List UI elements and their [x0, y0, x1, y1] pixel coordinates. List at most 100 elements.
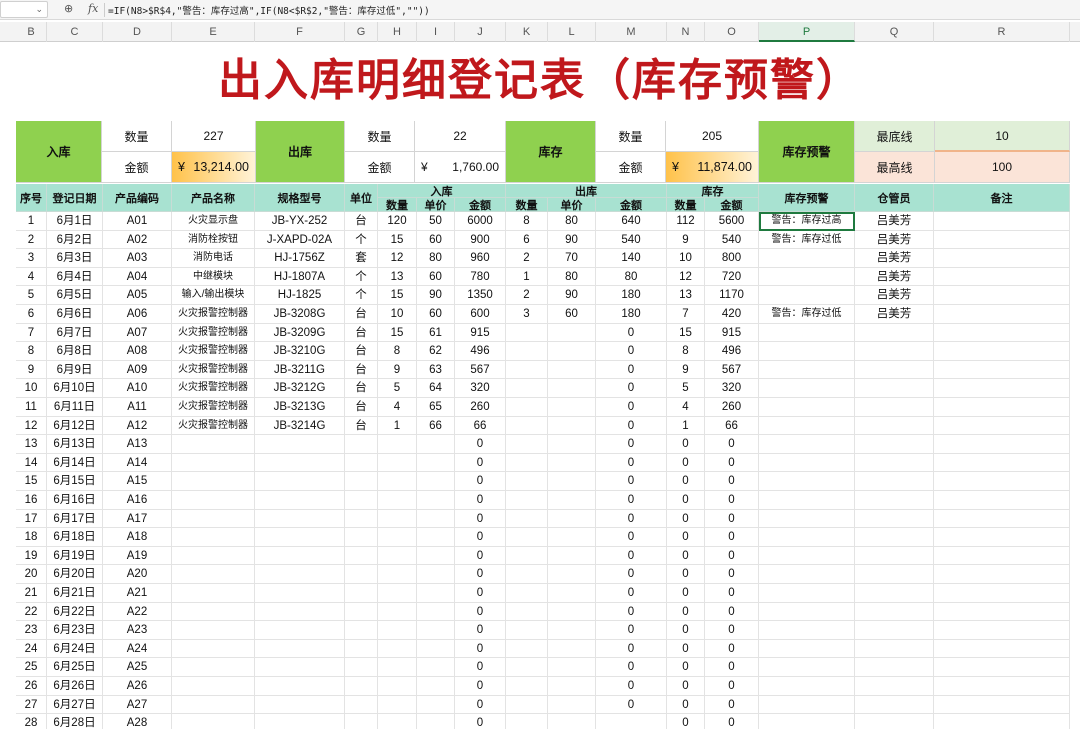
cell-date[interactable]: 6月3日	[47, 249, 103, 268]
cell-iq[interactable]	[378, 639, 417, 659]
cell-sq[interactable]: 0	[667, 435, 705, 454]
in-amt-value[interactable]: ¥ 13,214.00	[172, 152, 256, 183]
cell-unit[interactable]	[345, 584, 378, 603]
cell-oq[interactable]	[506, 472, 548, 491]
cell-ia[interactable]: 0	[455, 658, 506, 677]
cell-code[interactable]: A10	[103, 379, 172, 398]
cell-warn[interactable]	[759, 639, 855, 659]
cell-ia[interactable]: 0	[455, 472, 506, 491]
cell-sq[interactable]: 0	[667, 677, 705, 696]
cell-seq[interactable]: 21	[16, 584, 47, 603]
cell-seq[interactable]: 14	[16, 453, 47, 473]
cell-unit[interactable]	[345, 677, 378, 696]
cell-name[interactable]: 火灾报警控制器	[172, 305, 255, 324]
cell-iq[interactable]	[378, 584, 417, 603]
cell-seq[interactable]: 13	[16, 435, 47, 454]
cell-spec[interactable]	[255, 546, 345, 566]
cell-sq[interactable]: 9	[667, 230, 705, 250]
cell-keeper[interactable]	[855, 342, 934, 361]
cell-op[interactable]	[548, 621, 596, 640]
cell-oa[interactable]: 0	[596, 546, 667, 566]
cell-seq[interactable]: 16	[16, 491, 47, 510]
cell-spec[interactable]	[255, 565, 345, 584]
cell-ip[interactable]	[417, 546, 455, 566]
cell-ia[interactable]: 900	[455, 230, 506, 250]
cell-seq[interactable]: 1	[16, 212, 47, 231]
cell-oa[interactable]: 0	[596, 528, 667, 547]
cell-sq[interactable]: 8	[667, 342, 705, 361]
cell-ip[interactable]	[417, 602, 455, 622]
cell-code[interactable]: A13	[103, 435, 172, 454]
cell-sq[interactable]: 0	[667, 584, 705, 603]
cell-name[interactable]	[172, 435, 255, 454]
cell-ia[interactable]: 780	[455, 267, 506, 287]
cell-ip[interactable]	[417, 695, 455, 715]
cell-code[interactable]: A08	[103, 342, 172, 361]
cell-sq[interactable]: 0	[667, 565, 705, 584]
cell-oa[interactable]: 140	[596, 249, 667, 268]
cell-oq[interactable]	[506, 491, 548, 510]
cell-op[interactable]	[548, 342, 596, 361]
cell-keeper[interactable]	[855, 435, 934, 454]
cell-seq[interactable]: 3	[16, 249, 47, 268]
cell-sq[interactable]: 15	[667, 323, 705, 343]
cell-date[interactable]: 6月18日	[47, 528, 103, 547]
cell-seq[interactable]: 12	[16, 416, 47, 436]
cell-seq[interactable]: 22	[16, 602, 47, 622]
cell-oa[interactable]: 0	[596, 435, 667, 454]
cell-date[interactable]: 6月1日	[47, 212, 103, 231]
cell-sq[interactable]: 0	[667, 695, 705, 715]
cell-oq[interactable]	[506, 621, 548, 640]
cell-spec[interactable]: HJ-1756Z	[255, 249, 345, 268]
cell-note[interactable]	[934, 305, 1070, 324]
cell-iq[interactable]: 13	[378, 267, 417, 287]
cell-keeper[interactable]	[855, 379, 934, 398]
cell-sa[interactable]: 0	[705, 621, 759, 640]
cell-sa[interactable]: 66	[705, 416, 759, 436]
cell-name[interactable]: 输入/输出模块	[172, 286, 255, 305]
cell-keeper[interactable]: 吕美芳	[855, 212, 934, 231]
cell-note[interactable]	[934, 472, 1070, 491]
cell-sa[interactable]: 0	[705, 602, 759, 622]
cell-note[interactable]	[934, 639, 1070, 659]
cell-note[interactable]	[934, 453, 1070, 473]
cell-ip[interactable]	[417, 472, 455, 491]
cell-unit[interactable]	[345, 491, 378, 510]
cell-sq[interactable]: 0	[667, 714, 705, 729]
cell-note[interactable]	[934, 379, 1070, 398]
cell-spec[interactable]: JB-3212G	[255, 379, 345, 398]
cell-name[interactable]: 火灾报警控制器	[172, 398, 255, 417]
cell-iq[interactable]	[378, 546, 417, 566]
cell-warn[interactable]	[759, 677, 855, 696]
cell-keeper[interactable]	[855, 621, 934, 640]
cell-oa[interactable]: 80	[596, 267, 667, 287]
cell-oq[interactable]	[506, 714, 548, 729]
cell-sa[interactable]: 0	[705, 658, 759, 677]
cell-spec[interactable]: JB-3211G	[255, 360, 345, 380]
column-header-h[interactable]: H	[378, 22, 417, 42]
cell-op[interactable]	[548, 528, 596, 547]
column-header-r[interactable]: R	[934, 22, 1070, 42]
cell-iq[interactable]: 4	[378, 398, 417, 417]
cell-keeper[interactable]	[855, 602, 934, 622]
cell-sq[interactable]: 0	[667, 472, 705, 491]
cell-code[interactable]: A01	[103, 212, 172, 231]
cell-name[interactable]	[172, 509, 255, 529]
cell-date[interactable]: 6月24日	[47, 639, 103, 659]
cell-sq[interactable]: 0	[667, 528, 705, 547]
cell-keeper[interactable]	[855, 546, 934, 566]
cell-oa[interactable]: 0	[596, 398, 667, 417]
cell-note[interactable]	[934, 323, 1070, 343]
zoom-icon[interactable]: ⊕	[64, 2, 73, 15]
cell-note[interactable]	[934, 714, 1070, 729]
cell-oa[interactable]: 0	[596, 677, 667, 696]
cell-keeper[interactable]	[855, 398, 934, 417]
cell-ia[interactable]: 66	[455, 416, 506, 436]
cell-oq[interactable]	[506, 546, 548, 566]
cell-ia[interactable]: 496	[455, 342, 506, 361]
cell-ia[interactable]: 915	[455, 323, 506, 343]
cell-code[interactable]: A19	[103, 546, 172, 566]
cell-sq[interactable]: 0	[667, 453, 705, 473]
cell-op[interactable]	[548, 565, 596, 584]
stock-amt-value[interactable]: ¥ 11,874.00	[666, 152, 759, 183]
